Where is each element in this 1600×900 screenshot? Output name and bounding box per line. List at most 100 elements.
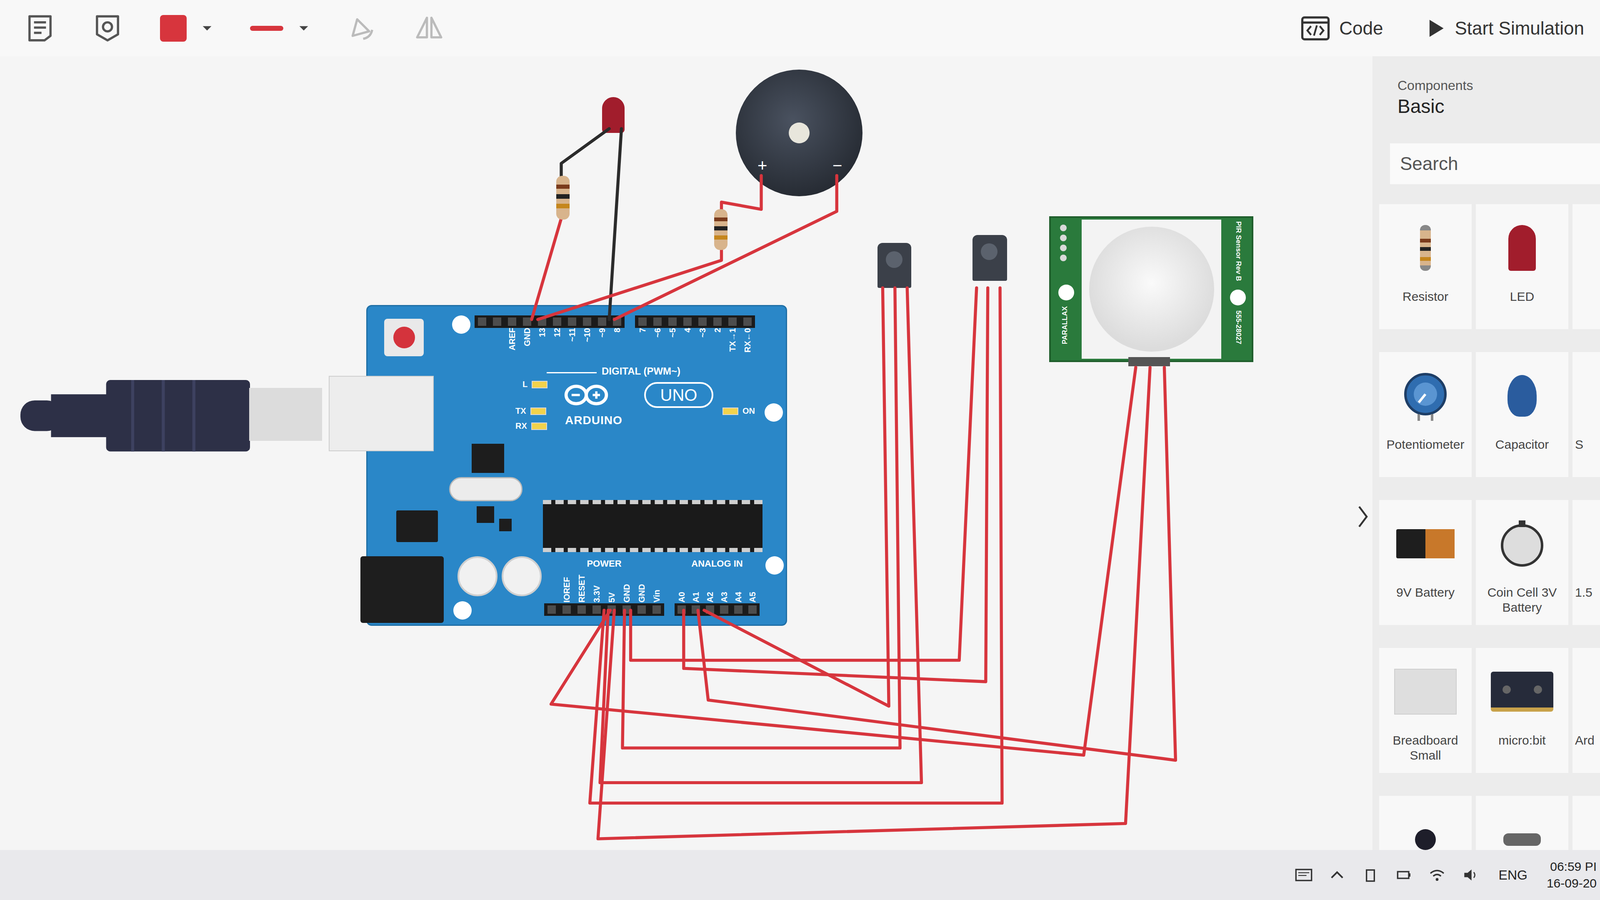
component-tile[interactable]: Breadboard Small <box>1379 647 1472 773</box>
wire[interactable] <box>561 128 610 178</box>
header-pin[interactable] <box>562 605 571 614</box>
tx-indicator: TX <box>515 406 547 416</box>
header-pin[interactable] <box>691 605 700 614</box>
device-icon[interactable] <box>1361 866 1380 884</box>
desktop-icon[interactable] <box>1294 866 1313 884</box>
resistor[interactable] <box>556 175 570 220</box>
header-pin[interactable] <box>698 317 707 326</box>
search-input[interactable] <box>1390 143 1600 185</box>
pin-label: RESET <box>574 570 590 603</box>
wire[interactable] <box>531 218 562 320</box>
piezo-buzzer[interactable]: +− <box>735 69 863 197</box>
arduino-board[interactable]: AREFGND1312~11~10~987~6~54~32TX→1RX←0DIG… <box>367 306 786 625</box>
header-pin[interactable] <box>748 605 757 614</box>
header-pin[interactable] <box>677 605 686 614</box>
temperature-sensor[interactable] <box>972 235 1008 281</box>
component-tile[interactable]: Capacitor <box>1475 352 1569 478</box>
header-pin[interactable] <box>582 317 592 326</box>
header-pin[interactable] <box>492 317 502 326</box>
wire[interactable] <box>721 175 762 213</box>
header-pin[interactable] <box>652 605 661 614</box>
component-tile[interactable] <box>1572 795 1600 850</box>
header-pin[interactable] <box>567 317 577 326</box>
pin-label: GND <box>634 570 650 603</box>
view-icon[interactable] <box>92 13 123 44</box>
component-tile[interactable]: 9V Battery <box>1379 500 1472 625</box>
line-style-picker[interactable] <box>250 25 310 32</box>
header-pin[interactable] <box>734 605 743 614</box>
wifi-icon[interactable] <box>1427 866 1447 884</box>
caret-down-icon[interactable] <box>201 25 213 32</box>
circuit-canvas[interactable]: AREFGND1312~11~10~987~6~54~32TX→1RX←0DIG… <box>0 56 1373 850</box>
header-pin[interactable] <box>507 317 517 326</box>
line-style-swatch[interactable] <box>250 25 284 31</box>
header-pin[interactable] <box>522 317 532 326</box>
header-pin[interactable] <box>705 605 715 614</box>
clock[interactable]: 06:59 PI16-09-20 <box>1546 859 1597 891</box>
component-tile[interactable]: Resistor <box>1379 204 1472 330</box>
header-pin[interactable] <box>577 605 586 614</box>
wire[interactable] <box>614 175 837 320</box>
rotate-icon[interactable] <box>346 13 377 44</box>
header-pin[interactable] <box>683 317 692 326</box>
header-pin[interactable] <box>728 317 737 326</box>
header-pin[interactable] <box>713 317 722 326</box>
notes-icon[interactable] <box>25 13 55 44</box>
pir-sensor[interactable]: PARALLAXPIR Sensor Rev B555-28027 <box>1049 216 1254 363</box>
component-tile[interactable] <box>1379 795 1472 850</box>
header-pin[interactable] <box>743 317 752 326</box>
wire[interactable] <box>550 367 1136 755</box>
header-pin[interactable] <box>720 605 729 614</box>
header-pin[interactable] <box>592 605 601 614</box>
component-tile[interactable]: 1.5 <box>1572 500 1600 625</box>
caret-down-icon[interactable] <box>298 25 310 32</box>
component-tile[interactable]: Potentiometer <box>1379 352 1472 478</box>
wire[interactable] <box>630 287 977 661</box>
resistor[interactable] <box>714 209 728 250</box>
battery-icon[interactable] <box>1394 866 1413 884</box>
temperature-sensor[interactable] <box>877 242 912 288</box>
wire[interactable] <box>590 287 1003 804</box>
header-pin[interactable] <box>622 605 631 614</box>
wire[interactable] <box>537 249 722 320</box>
wire[interactable] <box>600 287 922 783</box>
color-picker[interactable] <box>160 15 213 42</box>
wire[interactable] <box>704 287 889 707</box>
header-pin[interactable] <box>547 605 556 614</box>
header-pin[interactable] <box>612 317 622 326</box>
header-pin[interactable] <box>597 317 607 326</box>
header-pin[interactable] <box>552 317 562 326</box>
code-button[interactable]: Code <box>1297 11 1387 45</box>
language-indicator[interactable]: ENG <box>1494 867 1532 883</box>
wire[interactable] <box>609 128 622 320</box>
header-pin[interactable] <box>537 317 547 326</box>
header-pin[interactable] <box>653 317 662 326</box>
component-tile[interactable]: micro:bit <box>1475 647 1569 773</box>
component-tile[interactable]: S <box>1572 352 1600 478</box>
reset-button[interactable] <box>384 318 424 357</box>
wire[interactable] <box>697 367 1176 761</box>
header-pin[interactable] <box>637 605 646 614</box>
chevron-up-icon[interactable] <box>1327 866 1347 884</box>
component-tile[interactable]: Ard <box>1572 647 1600 773</box>
header-pin[interactable] <box>668 317 677 326</box>
component-tile[interactable] <box>1475 795 1569 850</box>
start-simulation-button[interactable]: Start Simulation <box>1423 13 1588 43</box>
flip-icon[interactable] <box>414 13 445 44</box>
category-dropdown[interactable]: Basic <box>1397 95 1600 118</box>
wire[interactable] <box>597 367 1150 839</box>
component-tile[interactable] <box>1572 204 1600 330</box>
component-tile[interactable]: Coin Cell 3V Battery <box>1475 500 1569 625</box>
chevron-right-icon[interactable] <box>1356 504 1370 530</box>
wire[interactable] <box>622 287 900 748</box>
led[interactable] <box>602 97 625 133</box>
color-swatch[interactable] <box>160 15 187 42</box>
wire[interactable] <box>683 287 988 682</box>
component-label: Ard <box>1575 732 1595 748</box>
header-pin[interactable] <box>477 317 487 326</box>
header-pin[interactable] <box>607 605 616 614</box>
component-tile[interactable]: LED <box>1475 204 1569 330</box>
speaker-icon[interactable] <box>1461 866 1480 884</box>
header-pin[interactable] <box>638 317 647 326</box>
usb-cable-icon[interactable] <box>20 375 250 455</box>
